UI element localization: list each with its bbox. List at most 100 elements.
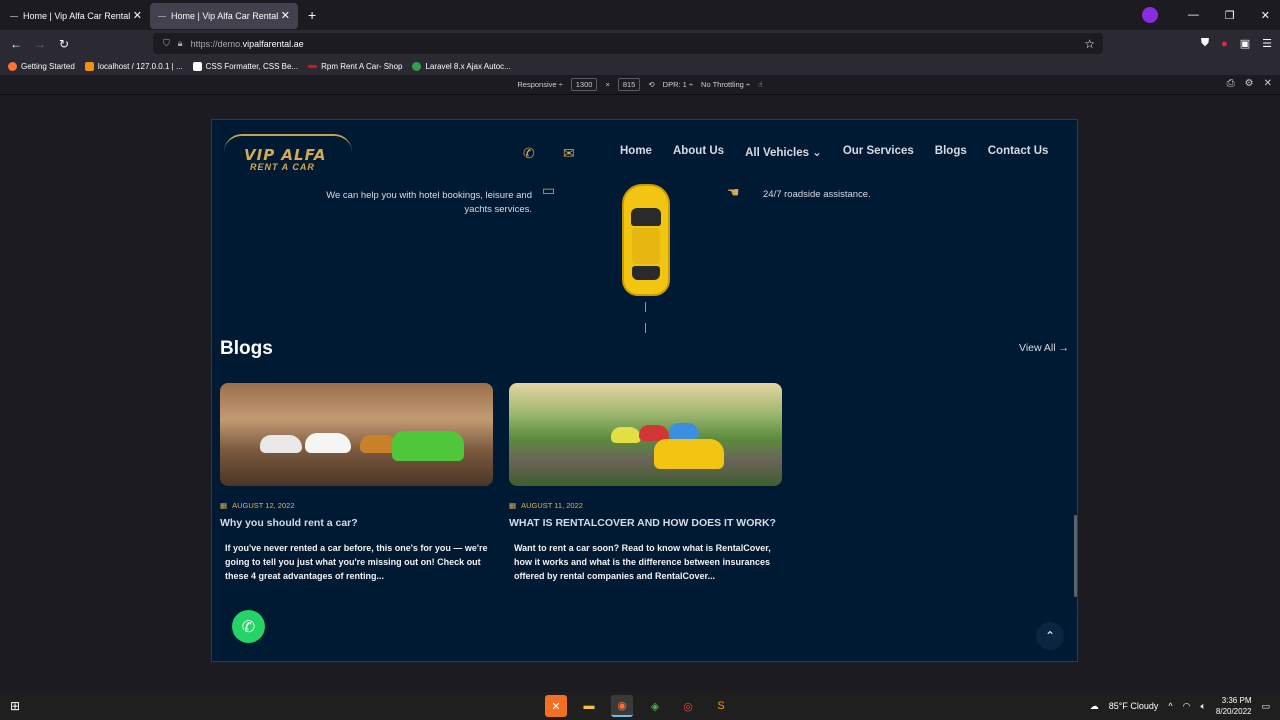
chrome-icon[interactable]: ◎ <box>677 695 699 717</box>
tab-favicon-placeholder <box>10 15 18 17</box>
cloud-icon: ☁ <box>1089 700 1099 711</box>
blog-title[interactable]: WHAT IS RENTALCOVER AND HOW DOES IT WORK… <box>509 517 782 529</box>
clock-date: 8/20/2022 <box>1215 707 1252 716</box>
bookmark-label: localhost / 127.0.0.1 | ... <box>97 61 183 71</box>
menu-item-blogs[interactable]: Blogs <box>935 145 967 159</box>
notification-icon[interactable]: ▭ <box>1261 701 1270 712</box>
feature-hotel-text: We can help you with hotel bookings, lei… <box>326 190 532 215</box>
extension-icon[interactable]: ▣ <box>1240 37 1250 50</box>
url-text: https://demo.vipalfarental.ae <box>190 38 304 49</box>
tab-title: Home | Vip Alfa Car Rental <box>171 11 279 21</box>
rotate-icon[interactable]: ⟲ <box>648 80 654 89</box>
times-separator: × <box>605 80 610 89</box>
menu-item-services[interactable]: Our Services <box>843 145 914 159</box>
tab-favicon-placeholder <box>158 15 166 17</box>
blog-date: ▦ AUGUST 11, 2022 <box>509 501 583 510</box>
lock-icon[interactable]: 🔒︎ <box>178 38 183 49</box>
close-tab-icon[interactable]: ✕ <box>281 9 290 22</box>
dpr-selector[interactable]: DPR: 1 ÷ <box>663 80 693 89</box>
scrollbar[interactable] <box>1074 515 1077 597</box>
calendar-icon: ▦ <box>509 501 517 510</box>
back-arrow-icon[interactable]: ← <box>4 37 28 51</box>
css-icon <box>192 61 202 71</box>
menu-item-about[interactable]: About Us <box>673 145 724 159</box>
clock-time: 3:36 PM <box>1221 696 1252 705</box>
menu-item-home[interactable]: Home <box>620 145 652 159</box>
firefox-icon[interactable]: ◉ <box>611 695 633 717</box>
blog-image[interactable] <box>509 383 782 486</box>
settings-gear-icon[interactable]: ⚙ <box>1245 78 1254 89</box>
blog-excerpt: Want to rent a car soon? Read to know wh… <box>514 543 771 581</box>
restore-icon[interactable]: ❐ <box>1225 9 1235 22</box>
browser-tab[interactable]: Home | Vip Alfa Car Rental ✕ <box>2 3 150 29</box>
calendar-icon: ▦ <box>220 501 228 510</box>
menu-item-vehicles[interactable]: All Vehicles ⌄ <box>745 145 822 159</box>
volume-icon[interactable]: 🔈︎ <box>1200 701 1205 712</box>
screenshot-icon[interactable]: ⎙ <box>1227 78 1235 89</box>
blogs-heading: Blogs <box>220 338 273 359</box>
view-all-link[interactable]: View All → <box>1019 342 1069 354</box>
browser-tab-active[interactable]: Home | Vip Alfa Car Rental ✕ <box>150 3 298 29</box>
viewport-width-input[interactable]: 1300 <box>570 78 598 91</box>
menu-hamburger-icon[interactable]: ☰ <box>1262 37 1272 50</box>
bookmark-item[interactable]: Getting Started <box>8 61 75 71</box>
ticket-icon: ▭ <box>542 182 556 198</box>
throttle-selector[interactable]: No Throttling ÷ <box>701 80 750 89</box>
rdm-actions: ⎙ ⚙ ✕ <box>1227 78 1272 89</box>
road-line <box>645 302 646 312</box>
private-browsing-icon <box>1141 7 1158 23</box>
navigation-toolbar: ← → ↻ ⛉ 🔒︎ https://demo.vipalfarental.ae… <box>0 30 1280 57</box>
new-tab-plus-icon[interactable]: + <box>308 7 316 23</box>
touch-icon[interactable]: ☝ <box>758 80 763 89</box>
bookmark-item[interactable]: CSS Formatter, CSS Be... <box>192 61 299 71</box>
close-tab-icon[interactable]: ✕ <box>133 9 142 22</box>
url-bar[interactable]: ⛉ 🔒︎ https://demo.vipalfarental.ae ☆ <box>153 33 1103 54</box>
reload-icon[interactable]: ↻ <box>52 37 76 51</box>
blog-title[interactable]: Why you should rent a car? <box>220 517 493 529</box>
viewport-height-input[interactable]: 815 <box>617 78 641 91</box>
scroll-to-top-button[interactable]: ⌃ <box>1036 622 1064 650</box>
phpmyadmin-icon <box>84 61 94 71</box>
bookmark-item[interactable]: localhost / 127.0.0.1 | ... <box>84 61 183 71</box>
taskbar-apps: ✕ ▬ ◉ ◈ ◎ S <box>545 695 732 717</box>
close-window-icon[interactable]: ✕ <box>1261 9 1270 22</box>
bookmark-label: Laravel 8.x Ajax Autoc... <box>425 61 511 71</box>
bookmark-item[interactable]: Rpm Rent A Car- Shop <box>308 62 402 71</box>
mail-icon[interactable]: ✉ <box>563 145 575 162</box>
network-icon[interactable]: ◠ <box>1183 701 1191 712</box>
blog-excerpt: If you've never rented a car before, thi… <box>225 543 488 581</box>
device-selector[interactable]: Responsive ÷ <box>517 80 562 89</box>
bookmark-item[interactable]: Laravel 8.x Ajax Autoc... <box>412 61 511 71</box>
road-line <box>645 323 646 333</box>
phone-icon[interactable]: ✆ <box>523 145 535 162</box>
extension-icon[interactable]: ● <box>1221 38 1228 50</box>
window-controls: — ❐ ✕ <box>1141 0 1270 30</box>
pocket-icon[interactable]: ⛊ <box>1201 37 1209 50</box>
sublime-text-icon[interactable]: S <box>710 695 732 717</box>
tab-strip: Home | Vip Alfa Car Rental ✕ Home | Vip … <box>0 0 1280 30</box>
firefox-icon <box>8 61 17 71</box>
weather-text[interactable]: 85°F Cloudy <box>1109 701 1159 711</box>
shield-icon[interactable]: ⛉ <box>163 38 170 49</box>
blog-card[interactable]: ▦ AUGUST 12, 2022 Why you should rent a c… <box>220 383 493 583</box>
bookmark-label: Getting Started <box>21 61 75 71</box>
app-icon[interactable]: ◈ <box>644 695 666 717</box>
whatsapp-icon[interactable]: ✆ <box>232 610 265 643</box>
close-rdm-icon[interactable]: ✕ <box>1264 78 1272 89</box>
bookmarks-toolbar: Getting Started localhost / 127.0.0.1 | … <box>0 57 1280 75</box>
car-topview-image <box>622 184 670 296</box>
forward-arrow-icon[interactable]: → <box>28 37 52 51</box>
clock[interactable]: 3:36 PM 8/20/2022 <box>1216 695 1252 717</box>
file-explorer-icon[interactable]: ▬ <box>578 695 600 717</box>
minimize-icon[interactable]: — <box>1188 9 1199 21</box>
blog-card[interactable]: ▦ AUGUST 11, 2022 WHAT IS RENTALCOVER AND… <box>509 383 782 583</box>
windows-start-icon[interactable]: ⊞ <box>10 699 20 713</box>
main-menu: Home About Us All Vehicles ⌄ Our Service… <box>620 145 1048 159</box>
chevron-up-icon[interactable]: ^ <box>1168 701 1172 711</box>
blog-image[interactable] <box>220 383 493 486</box>
bookmark-star-icon[interactable]: ☆ <box>1084 37 1095 51</box>
bookmark-label: CSS Formatter, CSS Be... <box>205 61 299 71</box>
menu-item-contact[interactable]: Contact Us <box>988 145 1049 159</box>
site-logo[interactable]: VIP ALFA RENT A CAR <box>224 134 352 174</box>
xampp-icon[interactable]: ✕ <box>545 695 567 717</box>
